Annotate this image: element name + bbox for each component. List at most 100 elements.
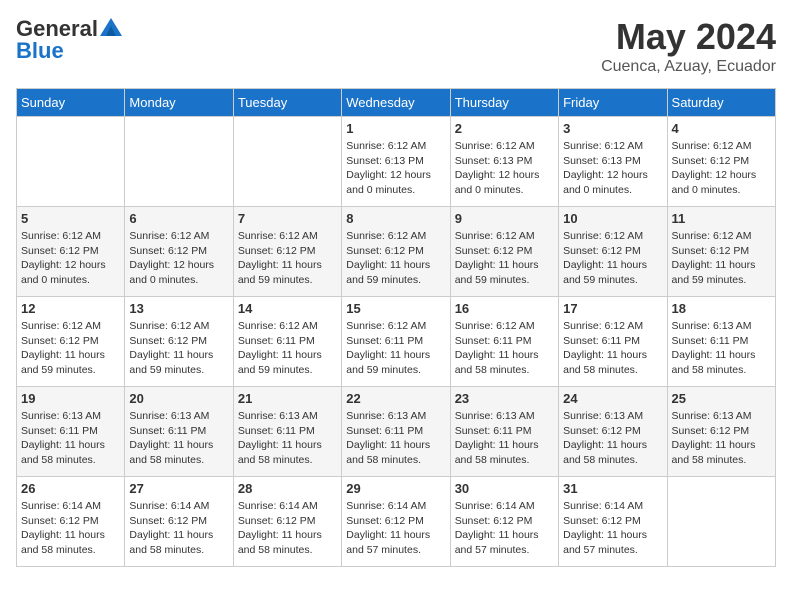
day-number: 3 [563, 121, 662, 136]
day-info: Sunrise: 6:13 AM Sunset: 6:11 PM Dayligh… [672, 319, 771, 378]
logo: General Blue [16, 16, 122, 64]
logo-icon [100, 18, 122, 36]
calendar-cell: 4 Sunrise: 6:12 AM Sunset: 6:12 PM Daylig… [667, 117, 775, 207]
calendar-cell: 11Sunrise: 6:12 AM Sunset: 6:12 PM Dayli… [667, 207, 775, 297]
day-number: 9 [455, 211, 554, 226]
day-header-monday: Monday [125, 89, 233, 117]
day-number: 10 [563, 211, 662, 226]
header-row: SundayMondayTuesdayWednesdayThursdayFrid… [17, 89, 776, 117]
day-info: Sunrise: 6:13 AM Sunset: 6:11 PM Dayligh… [238, 409, 337, 468]
calendar-week-2: 5Sunrise: 6:12 AM Sunset: 6:12 PM Daylig… [17, 207, 776, 297]
calendar-cell: 31 Sunrise: 6:14 AM Sunset: 6:12 PM Dayli… [559, 477, 667, 567]
day-info: Sunrise: 6:14 AM Sunset: 6:12 PM Dayligh… [129, 499, 228, 558]
day-number: 27 [129, 481, 228, 496]
calendar-cell [17, 117, 125, 207]
day-number: 21 [238, 391, 337, 406]
calendar-cell: 26Sunrise: 6:14 AM Sunset: 6:12 PM Dayli… [17, 477, 125, 567]
day-info: Sunrise: 6:12 AM Sunset: 6:12 PM Dayligh… [346, 229, 445, 288]
day-info: Sunrise: 6:12 AM Sunset: 6:12 PM Dayligh… [455, 229, 554, 288]
day-header-thursday: Thursday [450, 89, 558, 117]
location-title: Cuenca, Azuay, Ecuador [601, 58, 776, 76]
calendar-cell: 14 Sunrise: 6:12 AM Sunset: 6:11 PM Dayli… [233, 297, 341, 387]
day-info: Sunrise: 6:13 AM Sunset: 6:12 PM Dayligh… [563, 409, 662, 468]
calendar-cell: 8 Sunrise: 6:12 AM Sunset: 6:12 PM Daylig… [342, 207, 450, 297]
calendar-table: SundayMondayTuesdayWednesdayThursdayFrid… [16, 88, 776, 567]
day-number: 31 [563, 481, 662, 496]
day-number: 16 [455, 301, 554, 316]
day-number: 17 [563, 301, 662, 316]
day-info: Sunrise: 6:12 AM Sunset: 6:13 PM Dayligh… [346, 139, 445, 198]
day-header-sunday: Sunday [17, 89, 125, 117]
day-info: Sunrise: 6:12 AM Sunset: 6:11 PM Dayligh… [346, 319, 445, 378]
calendar-cell: 23 Sunrise: 6:13 AM Sunset: 6:11 PM Dayli… [450, 387, 558, 477]
day-number: 8 [346, 211, 445, 226]
day-info: Sunrise: 6:12 AM Sunset: 6:12 PM Dayligh… [672, 139, 771, 198]
day-header-friday: Friday [559, 89, 667, 117]
day-number: 7 [238, 211, 337, 226]
day-number: 22 [346, 391, 445, 406]
calendar-cell: 22 Sunrise: 6:13 AM Sunset: 6:11 PM Dayli… [342, 387, 450, 477]
month-title: May 2024 [601, 16, 776, 58]
calendar-cell: 29 Sunrise: 6:14 AM Sunset: 6:12 PM Dayli… [342, 477, 450, 567]
day-info: Sunrise: 6:12 AM Sunset: 6:13 PM Dayligh… [563, 139, 662, 198]
calendar-week-4: 19 Sunrise: 6:13 AM Sunset: 6:11 PM Dayli… [17, 387, 776, 477]
day-number: 6 [129, 211, 228, 226]
calendar-cell: 13Sunrise: 6:12 AM Sunset: 6:12 PM Dayli… [125, 297, 233, 387]
calendar-cell: 20Sunrise: 6:13 AM Sunset: 6:11 PM Dayli… [125, 387, 233, 477]
day-number: 23 [455, 391, 554, 406]
calendar-cell: 7 Sunrise: 6:12 AM Sunset: 6:12 PM Daylig… [233, 207, 341, 297]
calendar-cell: 17Sunrise: 6:12 AM Sunset: 6:11 PM Dayli… [559, 297, 667, 387]
day-info: Sunrise: 6:13 AM Sunset: 6:11 PM Dayligh… [21, 409, 120, 468]
day-number: 15 [346, 301, 445, 316]
day-number: 19 [21, 391, 120, 406]
day-info: Sunrise: 6:14 AM Sunset: 6:12 PM Dayligh… [563, 499, 662, 558]
day-header-wednesday: Wednesday [342, 89, 450, 117]
day-number: 30 [455, 481, 554, 496]
calendar-cell: 24Sunrise: 6:13 AM Sunset: 6:12 PM Dayli… [559, 387, 667, 477]
day-header-tuesday: Tuesday [233, 89, 341, 117]
calendar-cell: 15 Sunrise: 6:12 AM Sunset: 6:11 PM Dayli… [342, 297, 450, 387]
day-number: 14 [238, 301, 337, 316]
calendar-week-1: 1Sunrise: 6:12 AM Sunset: 6:13 PM Daylig… [17, 117, 776, 207]
calendar-week-5: 26Sunrise: 6:14 AM Sunset: 6:12 PM Dayli… [17, 477, 776, 567]
calendar-cell: 5Sunrise: 6:12 AM Sunset: 6:12 PM Daylig… [17, 207, 125, 297]
day-number: 2 [455, 121, 554, 136]
day-info: Sunrise: 6:12 AM Sunset: 6:11 PM Dayligh… [238, 319, 337, 378]
title-area: May 2024 Cuenca, Azuay, Ecuador [601, 16, 776, 76]
day-info: Sunrise: 6:13 AM Sunset: 6:11 PM Dayligh… [455, 409, 554, 468]
day-info: Sunrise: 6:13 AM Sunset: 6:12 PM Dayligh… [672, 409, 771, 468]
calendar-cell [233, 117, 341, 207]
calendar-cell: 19 Sunrise: 6:13 AM Sunset: 6:11 PM Dayli… [17, 387, 125, 477]
day-number: 20 [129, 391, 228, 406]
calendar-cell: 2 Sunrise: 6:12 AM Sunset: 6:13 PM Daylig… [450, 117, 558, 207]
day-number: 29 [346, 481, 445, 496]
day-info: Sunrise: 6:12 AM Sunset: 6:11 PM Dayligh… [455, 319, 554, 378]
calendar-cell: 6 Sunrise: 6:12 AM Sunset: 6:12 PM Daylig… [125, 207, 233, 297]
calendar-cell: 21 Sunrise: 6:13 AM Sunset: 6:11 PM Dayli… [233, 387, 341, 477]
day-number: 11 [672, 211, 771, 226]
calendar-cell: 1Sunrise: 6:12 AM Sunset: 6:13 PM Daylig… [342, 117, 450, 207]
calendar-cell: 16 Sunrise: 6:12 AM Sunset: 6:11 PM Dayli… [450, 297, 558, 387]
day-number: 4 [672, 121, 771, 136]
calendar-cell: 10 Sunrise: 6:12 AM Sunset: 6:12 PM Dayli… [559, 207, 667, 297]
calendar-cell: 30 Sunrise: 6:14 AM Sunset: 6:12 PM Dayli… [450, 477, 558, 567]
calendar-cell: 28Sunrise: 6:14 AM Sunset: 6:12 PM Dayli… [233, 477, 341, 567]
day-info: Sunrise: 6:14 AM Sunset: 6:12 PM Dayligh… [21, 499, 120, 558]
day-info: Sunrise: 6:12 AM Sunset: 6:12 PM Dayligh… [129, 229, 228, 288]
calendar-cell [125, 117, 233, 207]
day-info: Sunrise: 6:12 AM Sunset: 6:12 PM Dayligh… [563, 229, 662, 288]
day-info: Sunrise: 6:14 AM Sunset: 6:12 PM Dayligh… [455, 499, 554, 558]
day-info: Sunrise: 6:14 AM Sunset: 6:12 PM Dayligh… [346, 499, 445, 558]
calendar-cell: 27 Sunrise: 6:14 AM Sunset: 6:12 PM Dayli… [125, 477, 233, 567]
day-number: 25 [672, 391, 771, 406]
day-number: 18 [672, 301, 771, 316]
day-info: Sunrise: 6:12 AM Sunset: 6:12 PM Dayligh… [21, 319, 120, 378]
calendar-cell: 9 Sunrise: 6:12 AM Sunset: 6:12 PM Daylig… [450, 207, 558, 297]
day-info: Sunrise: 6:13 AM Sunset: 6:11 PM Dayligh… [346, 409, 445, 468]
day-info: Sunrise: 6:12 AM Sunset: 6:12 PM Dayligh… [238, 229, 337, 288]
day-number: 12 [21, 301, 120, 316]
day-info: Sunrise: 6:12 AM Sunset: 6:13 PM Dayligh… [455, 139, 554, 198]
page-header: General Blue May 2024 Cuenca, Azuay, Ecu… [16, 16, 776, 76]
day-info: Sunrise: 6:14 AM Sunset: 6:12 PM Dayligh… [238, 499, 337, 558]
logo-blue-text: Blue [16, 38, 64, 64]
